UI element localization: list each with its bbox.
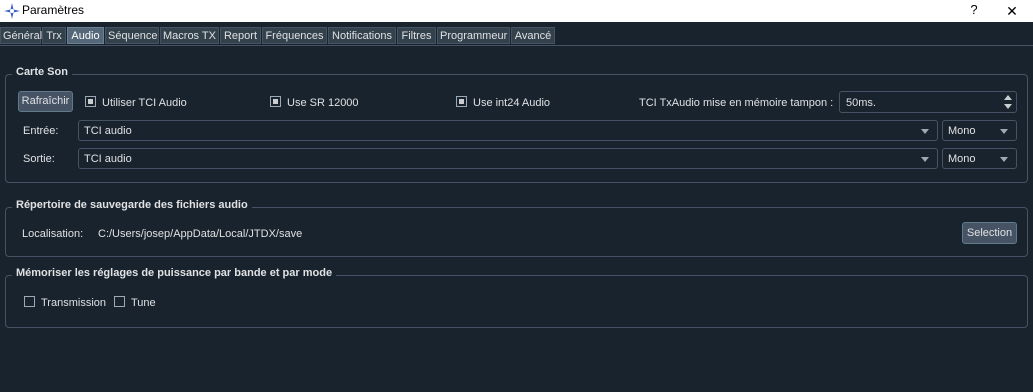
transmission-label: Transmission [41,297,106,309]
tab-frequences[interactable]: Fréquences [262,27,327,44]
save-dir-group: Répertoire de sauvegarde des fichiers au… [5,199,1028,257]
output-channel-value: Mono [948,153,976,165]
output-device-select[interactable]: TCI audio [78,148,938,169]
tab-macros-tx[interactable]: Macros TX [160,27,219,44]
buffer-value[interactable]: 50ms. [846,97,876,109]
use-sr-checkbox[interactable]: Use SR 12000 [270,96,365,110]
use-sr-label: Use SR 12000 [287,97,359,109]
spin-down-icon[interactable] [1004,104,1012,109]
help-button[interactable]: ? [968,2,980,17]
use-tci-audio-checkbox[interactable]: Utiliser TCI Audio [85,96,195,110]
buffer-spinbox[interactable]: 50ms. [839,91,1017,113]
tune-checkbox[interactable]: Tune [114,296,164,310]
chevron-down-icon [921,129,929,134]
window-title: Paramètres [22,3,85,17]
input-device-select[interactable]: TCI audio [78,120,938,141]
use-int24-checkbox[interactable]: Use int24 Audio [456,96,556,110]
sound-card-title: Carte Son [12,66,72,78]
chevron-down-icon [921,157,929,162]
tab-notifications[interactable]: Notifications [328,27,396,44]
output-device-value: TCI audio [84,153,132,165]
input-channel-value: Mono [948,125,976,137]
output-label: Sortie: [23,153,55,165]
transmission-checkbox[interactable]: Transmission [24,296,109,310]
use-tci-audio-box[interactable] [85,96,96,107]
tab-sequence[interactable]: Séquence [105,27,159,44]
tab-programmeur[interactable]: Programmeur [437,27,510,44]
app-icon [4,3,20,19]
tune-label: Tune [131,297,156,309]
tab-report[interactable]: Report [220,27,261,44]
buffer-label: TCI TxAudio mise en mémoire tampon : [639,97,834,109]
input-device-value: TCI audio [84,125,132,137]
chevron-down-icon [1000,129,1008,134]
use-sr-box[interactable] [270,96,281,107]
power-memory-title: Mémoriser les réglages de puissance par … [12,267,337,279]
spin-up-icon[interactable] [1004,95,1012,100]
tune-box[interactable] [114,296,125,307]
transmission-box[interactable] [24,296,35,307]
tab-general[interactable]: Général [0,27,42,44]
output-channel-select[interactable]: Mono [942,148,1017,169]
use-int24-box[interactable] [456,96,467,107]
title-bar: Paramètres ? ✕ [0,0,1033,22]
tab-divider [0,45,1033,46]
tab-avance[interactable]: Avancé [511,27,555,44]
sound-card-group: Carte Son Rafraîchir Utiliser TCI Audio … [5,66,1028,183]
refresh-button[interactable]: Rafraîchir [18,91,73,112]
select-folder-button[interactable]: Selection [962,222,1017,244]
use-int24-label: Use int24 Audio [473,97,551,109]
location-label: Localisation: [22,228,84,240]
tab-trx[interactable]: Trx [42,27,66,44]
input-label: Entrée: [23,125,59,137]
save-dir-title: Répertoire de sauvegarde des fichiers au… [12,199,252,211]
tab-filtres[interactable]: Filtres [397,27,436,44]
power-memory-group: Mémoriser les réglages de puissance par … [5,267,1028,328]
close-button[interactable]: ✕ [992,1,1032,21]
input-channel-select[interactable]: Mono [942,120,1017,141]
chevron-down-icon [1000,157,1008,162]
tab-audio[interactable]: Audio [67,27,104,44]
save-path: C:/Users/josep/AppData/Local/JTDX/save [98,228,303,240]
use-tci-audio-label: Utiliser TCI Audio [102,97,187,109]
